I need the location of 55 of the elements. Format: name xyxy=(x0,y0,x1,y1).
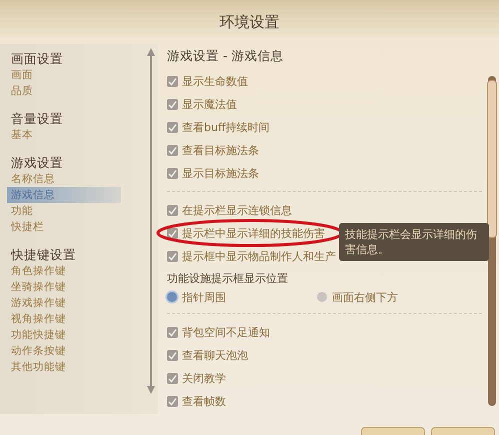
checkbox[interactable] xyxy=(167,122,178,133)
sidebar-heading: 游戏设置 xyxy=(11,154,64,171)
sidebar-item[interactable]: 快捷栏 xyxy=(7,219,121,235)
sidebar-item[interactable]: 角色操作键 xyxy=(7,263,121,279)
sidebar-item[interactable]: 坐骑操作键 xyxy=(7,279,121,295)
sidebar-item[interactable]: 动作条按键 xyxy=(7,343,121,359)
option-label: 查看目标施法条 xyxy=(182,143,259,158)
radio-option[interactable]: 指针周围 xyxy=(167,290,317,304)
scrollbar-thumb[interactable] xyxy=(487,80,497,238)
checkbox[interactable] xyxy=(167,99,178,110)
sidebar-item[interactable]: 其他功能键 xyxy=(7,359,121,375)
option-label: 提示框中显示物品制作人和生产 xyxy=(182,249,336,264)
checkbox[interactable] xyxy=(167,251,178,262)
section-title: 游戏设置 - 游戏信息 xyxy=(167,47,284,65)
sidebar-heading: 快捷键设置 xyxy=(11,246,77,263)
sidebar-item[interactable]: 视角操作键 xyxy=(7,311,121,327)
radio-option[interactable]: 画面右侧下方 xyxy=(317,290,467,304)
checkbox[interactable] xyxy=(167,205,178,216)
sidebar-item[interactable]: 功能快捷键 xyxy=(7,327,121,343)
option-label: 查看聊天泡泡 xyxy=(182,348,248,363)
sidebar-item[interactable]: 画面 xyxy=(7,67,121,83)
option-label: 查看帧数 xyxy=(182,394,226,409)
radio-button[interactable] xyxy=(317,292,327,302)
option-label: 显示魔法值 xyxy=(182,97,237,112)
sidebar-item[interactable]: 名称信息 xyxy=(7,171,121,187)
sidebar-item[interactable]: 功能 xyxy=(7,203,121,219)
option-label: 显示目标施法条 xyxy=(182,166,259,181)
sidebar-heading: 画面设置 xyxy=(11,50,64,67)
radio-label: 画面右侧下方 xyxy=(332,290,398,304)
sidebar-item[interactable]: 基本 xyxy=(7,127,121,143)
sidebar-item[interactable]: 品质 xyxy=(7,83,121,99)
option-label: 提示栏中显示详细的技能伤害 xyxy=(182,226,325,241)
checkbox[interactable] xyxy=(167,350,178,361)
checkbox[interactable] xyxy=(167,145,178,156)
tooltip: 技能提示栏会显示详细的伤害信息。 xyxy=(339,223,489,261)
checkbox[interactable] xyxy=(167,396,178,407)
radio-label: 指针周围 xyxy=(182,290,226,304)
option-label: 显示生命数值 xyxy=(182,74,248,89)
checkbox[interactable] xyxy=(167,76,178,87)
checkbox[interactable] xyxy=(167,228,178,239)
scrollbar[interactable] xyxy=(146,46,156,396)
checkbox[interactable] xyxy=(167,168,178,179)
option-label: 在提示栏显示连锁信息 xyxy=(182,203,292,218)
checkbox[interactable] xyxy=(167,373,178,384)
option-label: 背包空间不足通知 xyxy=(182,325,270,340)
radio-button[interactable] xyxy=(167,292,177,302)
option-label: 查看buff持续时间 xyxy=(182,120,270,135)
option-label: 关闭教学 xyxy=(182,371,226,386)
window-title: 环境设置 xyxy=(220,12,280,32)
sidebar-heading: 音量设置 xyxy=(11,110,64,127)
option-heading: 功能设施提示框显示位置 xyxy=(167,271,289,287)
sidebar-item[interactable]: 游戏操作键 xyxy=(7,295,121,311)
scrollbar[interactable] xyxy=(488,76,496,406)
checkbox[interactable] xyxy=(167,327,178,338)
sidebar-item[interactable]: 游戏信息 xyxy=(7,187,121,203)
